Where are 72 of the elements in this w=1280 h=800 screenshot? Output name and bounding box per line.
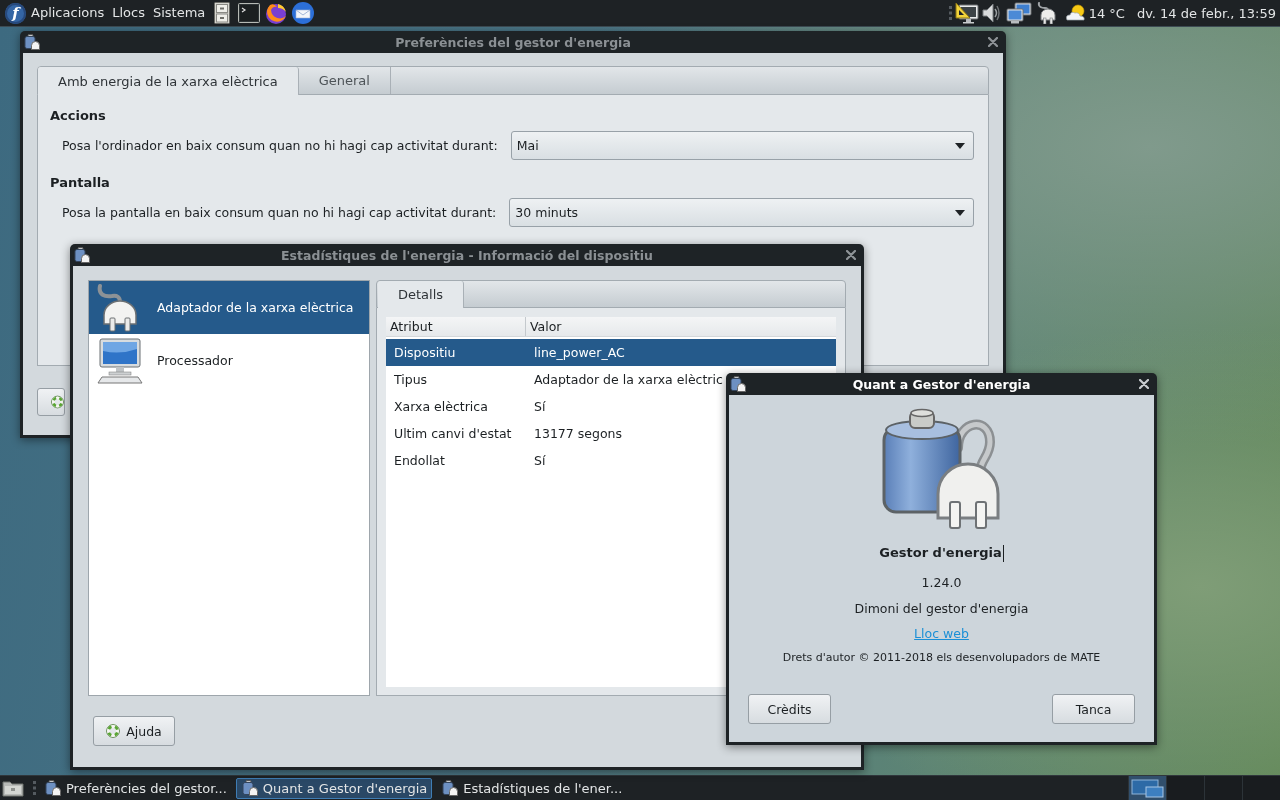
taskbar-button[interactable]: Quant a Gestor d'energia <box>235 777 433 799</box>
description-text: Dimoni del gestor d'energia <box>854 600 1029 618</box>
globe-icon[interactable] <box>264 1 289 25</box>
table-cell-text: Xarxa elèctrica <box>393 399 489 414</box>
envelope-icon[interactable] <box>290 1 317 25</box>
plug-icon[interactable] <box>1035 2 1058 24</box>
battery-plug-icon <box>730 376 746 392</box>
dropdown[interactable]: Mai <box>510 131 974 160</box>
computer-icon <box>96 336 144 385</box>
device-list-item[interactable]: Processador <box>89 334 369 387</box>
close-icon[interactable] <box>846 250 856 260</box>
tab[interactable]: Amb energia de la xarxa elèctrica <box>38 67 299 95</box>
version-text: 1.24.0 <box>921 574 962 592</box>
menu-logo[interactable]: f <box>5 2 26 24</box>
table-cell-text: Ultim canvi d'estat <box>393 426 513 441</box>
table-cell-text: Tipus <box>393 372 429 387</box>
copyright-text: Drets d'autor © 2011-2018 els desenvolupadors de MATE <box>782 650 1101 666</box>
program-name: Gestor d'energia <box>879 544 1002 562</box>
setting-label: Posa l'ordinador en baix consum quan no hi hagi cap activitat durant: <box>62 138 498 153</box>
window-title: Preferències del gestor d'energia <box>395 34 631 50</box>
workspace[interactable] <box>1128 776 1166 800</box>
caret-icon <box>955 209 965 216</box>
weather-icon[interactable] <box>1063 3 1088 23</box>
tab[interactable]: Detalls <box>378 281 465 308</box>
dropdown[interactable]: 30 minuts <box>509 198 974 227</box>
window-title: Quant a Gestor d'energia <box>852 376 1031 392</box>
caret-icon <box>955 142 965 149</box>
close-icon[interactable] <box>988 37 998 47</box>
file-cabinet-icon[interactable] <box>214 2 231 24</box>
speaker-icon[interactable] <box>981 2 1000 24</box>
grip-icon[interactable] <box>33 780 37 796</box>
menu-item[interactable]: Aplicacions <box>27 2 109 24</box>
terminal-icon[interactable] <box>238 3 261 23</box>
table-cell-text: Dispositiu <box>393 345 457 360</box>
table-cell-text: 13177 segons <box>533 426 622 441</box>
help-button[interactable]: Ajuda <box>93 716 175 746</box>
help-button[interactable] <box>37 388 65 416</box>
menu-item[interactable]: Sistema <box>148 2 210 24</box>
table-row[interactable]: Dispositiu line_power_AC <box>386 339 836 366</box>
table-cell-text: Sí <box>533 399 546 414</box>
column-header[interactable]: Atribut <box>386 317 526 336</box>
help-icon <box>106 724 121 738</box>
section-heading: Pantalla <box>50 174 111 192</box>
tab[interactable]: General <box>298 67 391 94</box>
battery-plug-icon <box>74 247 90 263</box>
section-heading: Accions <box>50 107 107 125</box>
window-title: Estadístiques de l'energia - Informació del dispositiu <box>281 247 653 263</box>
window-thumbnail-icon <box>1130 778 1165 798</box>
table-cell-text: Endollat <box>393 453 446 468</box>
battery-plug-icon <box>24 34 40 50</box>
column-header[interactable]: Valor <box>526 317 562 336</box>
grip-icon[interactable] <box>948 5 953 21</box>
setting-label: Posa la pantalla en baix consum quan no hi hagi cap activitat durant: <box>62 205 497 220</box>
network-icon[interactable] <box>1005 2 1032 24</box>
taskbar-button[interactable]: Estadístiques de l'ener... <box>436 777 628 799</box>
table-cell-text: Sí <box>533 453 546 468</box>
table-cell-text: Adaptador de la xarxa elèctric <box>533 372 723 387</box>
table-cell-text: line_power_AC <box>533 345 625 360</box>
battery-plug-icon <box>241 780 258 796</box>
close-icon[interactable] <box>1139 379 1149 389</box>
taskbar-button[interactable]: Preferències del gestor... <box>39 777 232 799</box>
device-list-item[interactable]: Adaptador de la xarxa elèctrica <box>89 281 369 334</box>
dialog-button[interactable]: Tanca <box>1052 694 1135 724</box>
monitor-ruler-icon[interactable] <box>954 2 979 24</box>
clock[interactable]: dv. 14 de febr., 13:59 <box>1136 5 1276 21</box>
menu-item[interactable]: Llocs <box>108 2 149 24</box>
dialog-button[interactable]: Crèdits <box>748 694 831 724</box>
help-icon <box>51 395 64 409</box>
temperature-text: 14 °C <box>1088 5 1125 21</box>
desktop-icon[interactable] <box>2 779 24 797</box>
battery-plug-icon <box>45 780 61 796</box>
battery-plug-icon <box>442 780 459 796</box>
